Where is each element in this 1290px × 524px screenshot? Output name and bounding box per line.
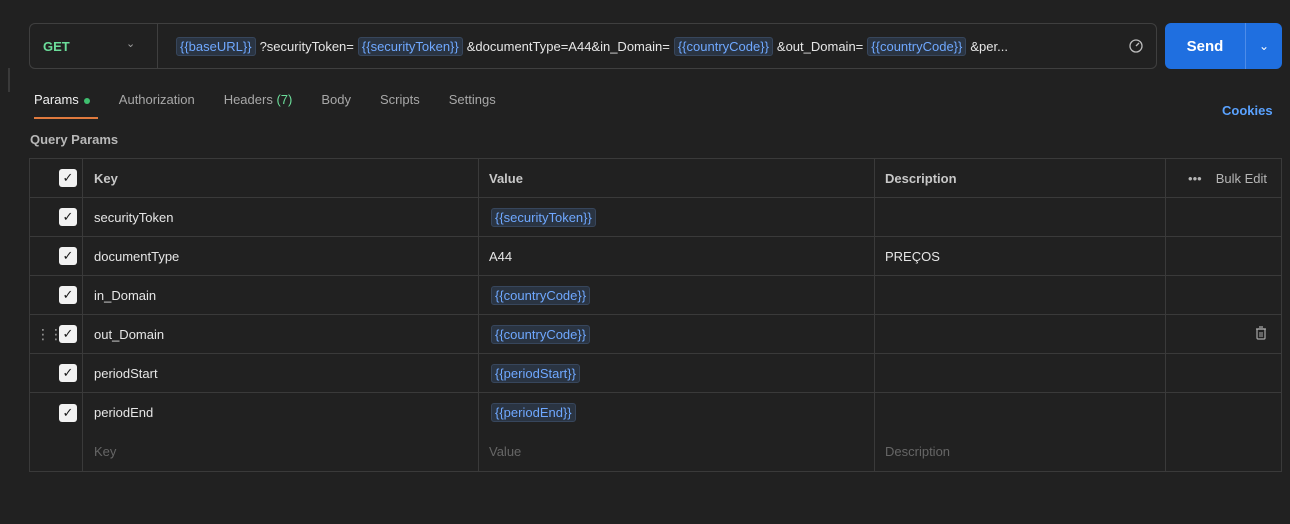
param-description-text: PREÇOS [885, 248, 940, 264]
table-row: ✓ in_Domain {{countryCode}} [30, 276, 1281, 315]
table-row: ✓ periodStart {{periodStart}} [30, 354, 1281, 393]
param-key-text: out_Domain [94, 326, 165, 342]
param-description[interactable] [875, 276, 1166, 314]
param-key[interactable]: periodEnd [82, 393, 479, 432]
query-params-title: Query Params [30, 132, 119, 147]
table-row: ✓ documentType A44 PREÇOS [30, 237, 1281, 276]
param-value[interactable]: {{periodEnd}} [479, 393, 875, 432]
bulk-edit-button[interactable]: ••• Bulk Edit [1188, 171, 1267, 186]
param-enabled-checkbox[interactable]: ✓ [59, 286, 77, 304]
more-options-icon[interactable]: ••• [1188, 171, 1202, 186]
table-header-row: ✓ Key Value Description ••• Bulk Edit [30, 159, 1281, 198]
table-row: ✓ securityToken {{securityToken}} [30, 198, 1281, 237]
new-param-row: Key Value Description [30, 432, 1281, 471]
url-variable: {{countryCode}} [867, 36, 967, 56]
header-key: Key [82, 159, 479, 197]
bulk-edit-label: Bulk Edit [1215, 170, 1267, 186]
table-row: ✓ periodEnd {{periodEnd}} [30, 393, 1281, 432]
new-key-input[interactable]: Key [82, 432, 479, 471]
param-key[interactable]: documentType [82, 237, 479, 275]
url-settings-icon[interactable] [1116, 24, 1156, 68]
send-button[interactable]: Send ⌄ [1165, 23, 1282, 69]
new-value-input[interactable]: Value [479, 432, 875, 471]
param-key-text: documentType [94, 248, 180, 264]
param-value[interactable]: {{securityToken}} [479, 198, 875, 236]
param-value-text: {{countryCode}} [491, 324, 591, 344]
method-selector[interactable]: GET ⌄ [30, 24, 158, 68]
param-value[interactable]: {{periodStart}} [479, 354, 875, 392]
param-value-text: A44 [489, 248, 513, 264]
chevron-down-icon: ⌄ [126, 38, 136, 50]
url-bar: GET ⌄ {{baseURL}} ?securityToken= {{securi… [29, 23, 1157, 69]
param-description[interactable] [875, 393, 1166, 432]
param-value-text: {{countryCode}} [491, 285, 591, 305]
send-options-chevron-icon[interactable]: ⌄ [1246, 39, 1282, 53]
param-enabled-checkbox[interactable]: ✓ [59, 208, 77, 226]
params-table: ✓ Key Value Description ••• Bulk Edit ✓ s… [29, 158, 1282, 472]
url-text: &documentType=A44&in_Domain= [466, 38, 670, 54]
param-key[interactable]: out_Domain [82, 315, 479, 353]
param-value[interactable]: {{countryCode}} [479, 315, 875, 353]
param-enabled-checkbox[interactable]: ✓ [59, 247, 77, 265]
tab-headers-label: Headers [223, 92, 273, 107]
tab-headers[interactable]: Headers (7) [224, 92, 293, 115]
headers-count: (7) [276, 92, 293, 107]
request-tabs: Params Authorization Headers (7) Body Sc… [34, 92, 525, 119]
param-key-text: securityToken [94, 209, 174, 225]
method-label: GET [43, 38, 70, 54]
tab-body[interactable]: Body [321, 92, 351, 115]
param-key[interactable]: securityToken [82, 198, 479, 236]
url-input[interactable]: {{baseURL}} ?securityToken= {{securityToke… [158, 36, 1116, 56]
url-text: ?securityToken= [259, 38, 354, 54]
param-key-text: periodEnd [94, 405, 154, 420]
url-variable: {{baseURL}} [176, 36, 256, 56]
url-variable: {{countryCode}} [673, 36, 773, 56]
param-key[interactable]: in_Domain [82, 276, 479, 314]
sidebar-edge [8, 68, 10, 92]
url-variable: {{securityToken}} [357, 36, 463, 56]
tab-params[interactable]: Params [34, 92, 98, 119]
param-value-text: {{periodStart}} [491, 363, 580, 383]
url-text: &out_Domain= [776, 38, 864, 54]
param-description[interactable] [875, 354, 1166, 392]
gauge-icon [1129, 39, 1143, 53]
header-description: Description [875, 159, 1166, 197]
tab-authorization[interactable]: Authorization [119, 92, 195, 115]
active-dot-icon [83, 97, 90, 104]
param-key-text: in_Domain [94, 287, 157, 303]
param-value[interactable]: {{countryCode}} [479, 276, 875, 314]
send-label: Send [1186, 37, 1224, 55]
new-description-input[interactable]: Description [875, 432, 1166, 471]
param-key[interactable]: periodStart [82, 354, 479, 392]
select-all-checkbox[interactable]: ✓ [59, 169, 77, 187]
param-enabled-checkbox[interactable]: ✓ [59, 403, 77, 422]
url-text: &per... [970, 38, 1008, 54]
tab-params-label: Params [34, 92, 79, 107]
param-value[interactable]: A44 [479, 237, 875, 275]
trash-icon[interactable] [1255, 325, 1267, 343]
param-value-text: {{periodEnd}} [491, 403, 576, 422]
param-description[interactable] [875, 315, 1166, 353]
tab-settings[interactable]: Settings [449, 92, 496, 115]
drag-handle-icon[interactable]: ⋮⋮ [36, 326, 63, 343]
cookies-link[interactable]: Cookies [1222, 103, 1273, 118]
tab-scripts[interactable]: Scripts [380, 92, 420, 115]
param-description[interactable]: PREÇOS [875, 237, 1166, 275]
param-value-text: {{securityToken}} [491, 207, 596, 227]
param-key-text: periodStart [94, 365, 158, 381]
param-description[interactable] [875, 198, 1166, 236]
param-enabled-checkbox[interactable]: ✓ [59, 364, 77, 382]
table-row: ⋮⋮ ✓ out_Domain {{countryCode}} [30, 315, 1281, 354]
header-value: Value [479, 159, 875, 197]
